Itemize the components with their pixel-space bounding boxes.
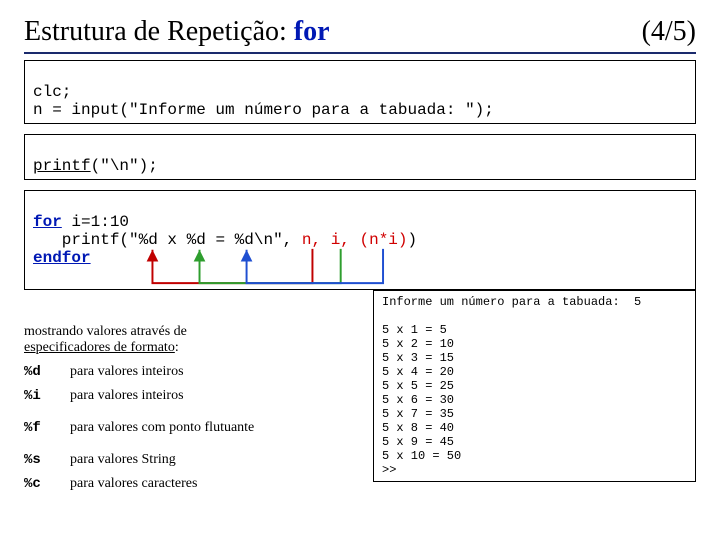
code-block-2: printf("\n"); <box>24 134 696 180</box>
code-space <box>350 231 360 249</box>
format-spec-d1: %d <box>139 231 158 249</box>
code-close-paren: ) <box>408 231 418 249</box>
spec-f-desc: para valores com ponto flutuante <box>70 420 254 436</box>
note-c: %c para valores caracteres <box>24 476 355 492</box>
title-text: Estrutura de Repetição: <box>24 16 294 47</box>
slide-pager: (4/5) <box>642 16 696 48</box>
slide-header: Estrutura de Repetição: for (4/5) <box>24 16 696 54</box>
spec-d-desc: para valores inteiros <box>70 364 184 380</box>
spec-i-desc: para valores inteiros <box>70 388 184 404</box>
arg-i: i, <box>331 231 350 249</box>
note-i: %i para valores inteiros <box>24 388 355 404</box>
code-block-1: clc; n = input("Informe um número para a… <box>24 60 696 124</box>
note-d: %d para valores inteiros <box>24 364 355 380</box>
slide-title: Estrutura de Repetição: for <box>24 16 330 48</box>
code-comma: , <box>283 231 302 249</box>
string-quote: " <box>129 231 139 249</box>
code-line: i=1:10 <box>62 213 129 231</box>
keyword-endfor: endfor <box>33 249 91 267</box>
string-literal: = <box>206 231 235 249</box>
notes-colon: : <box>175 340 179 355</box>
code-fn-printf: printf( <box>33 231 129 249</box>
format-spec-d3: %d <box>235 231 254 249</box>
title-keyword: for <box>294 16 330 47</box>
program-output: Informe um número para a tabuada: 5 5 x … <box>373 290 696 482</box>
code-line: clc; <box>33 83 71 101</box>
spec-s-desc: para valores String <box>70 452 176 468</box>
bottom-row: mostrando valores através de especificad… <box>24 324 696 516</box>
spec-f: %f <box>24 420 70 436</box>
note-s: %s para valores String <box>24 452 355 468</box>
notes-intro: mostrando valores através de especificad… <box>24 324 355 356</box>
keyword-for: for <box>33 213 62 231</box>
format-spec-d2: %d <box>187 231 206 249</box>
code-line: ("\n"); <box>91 157 158 175</box>
spec-s: %s <box>24 452 70 468</box>
spec-i: %i <box>24 388 70 404</box>
spec-c: %c <box>24 476 70 492</box>
code-space <box>321 231 331 249</box>
note-f: %f para valores com ponto flutuante <box>24 420 355 436</box>
code-block-3: for i=1:10 printf("%d x %d = %d\n", n, i… <box>24 190 696 290</box>
string-literal: x <box>158 231 187 249</box>
spec-d: %d <box>24 364 70 380</box>
arg-ni: (n*i) <box>360 231 408 249</box>
code-line: n = input("Informe um número para a tabu… <box>33 101 494 119</box>
notes-intro-line2: especificadores de formato <box>24 340 175 355</box>
notes-intro-line1: mostrando valores através de <box>24 324 187 339</box>
code-fn-printf: printf <box>33 157 91 175</box>
format-notes: mostrando valores através de especificad… <box>24 324 355 516</box>
string-literal: \n" <box>254 231 283 249</box>
arg-n: n, <box>302 231 321 249</box>
spec-c-desc: para valores caracteres <box>70 476 197 492</box>
